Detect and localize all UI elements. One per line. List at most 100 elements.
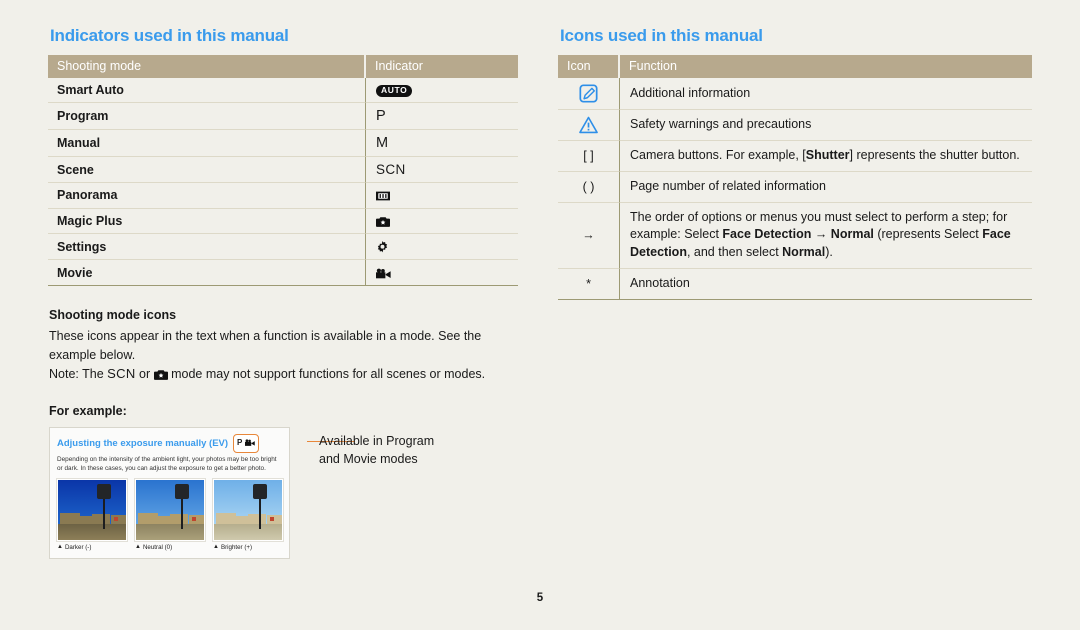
table-row: Additional information xyxy=(558,78,1032,110)
icons-section-title: Icons used in this manual xyxy=(560,26,763,45)
example-thumbnail-image xyxy=(56,477,128,542)
note-mid: or xyxy=(139,367,151,382)
shooting-mode-name: Smart Auto xyxy=(48,78,366,103)
badge-letter-p: P xyxy=(237,438,243,448)
manual-icon-cell: → xyxy=(558,202,620,269)
manual-icon-cell: * xyxy=(558,268,620,300)
table-row: Scene SCN xyxy=(48,157,518,183)
table-header-row: Icon Function xyxy=(558,55,1032,78)
indicators-table: Shooting mode Indicator Smart Auto AUTO Pr… xyxy=(48,55,518,286)
shooting-mode-indicator xyxy=(366,260,518,286)
example-title: Adjusting the exposure manually (EV) xyxy=(57,438,229,450)
caption-text: Darker (-) xyxy=(64,543,92,551)
table-row: * Annotation xyxy=(558,268,1032,300)
example-screenshot-box: Adjusting the exposure manually (EV) P D… xyxy=(49,427,290,559)
camera-star-icon xyxy=(376,214,390,228)
shooting-mode-name: Panorama xyxy=(48,183,366,209)
column-header-function: Function xyxy=(620,55,1032,78)
triangle-bullet-icon: ▲ xyxy=(213,544,219,551)
example-thumbnail-item: ▲ Darker (-) xyxy=(56,477,128,551)
shooting-mode-icons-heading: Shooting mode icons xyxy=(49,307,177,322)
for-example-label: For example: xyxy=(49,404,127,419)
example-title-row: Adjusting the exposure manually (EV) P xyxy=(57,434,282,454)
parentheses-icon: ( ) xyxy=(582,179,595,194)
mode-availability-badge: P xyxy=(233,434,260,454)
table-row: Safety warnings and precautions xyxy=(558,110,1032,141)
callout-line-1: Available in Program xyxy=(319,434,435,449)
table-row: ( ) Page number of related information xyxy=(558,171,1032,203)
manual-icon-function: Annotation xyxy=(620,269,1032,300)
table-row: [ ] Camera buttons. For example, [Shutter… xyxy=(558,141,1032,172)
callout-text: Available in Program and Movie modes xyxy=(319,433,434,469)
caption-text: Brighter (+) xyxy=(220,543,253,551)
example-thumbnail-image xyxy=(134,477,206,542)
example-thumbnail-caption: ▲ Neutral (0) xyxy=(135,544,205,551)
note-prefix: Note: The xyxy=(49,367,104,382)
table-header-row: Shooting mode Indicator xyxy=(48,55,518,78)
manual-icon-function: Camera buttons. For example, [Shutter] r… xyxy=(620,141,1032,172)
manual-icon-function: Page number of related information xyxy=(620,172,1032,203)
example-thumbnail-image xyxy=(212,477,284,542)
manual-page: Indicators used in this manual Shooting … xyxy=(0,0,1080,630)
column-header-indicator: Indicator xyxy=(366,55,518,78)
movie-camera-icon xyxy=(245,435,256,451)
icons-column: Icons used in this manual Icon Function … xyxy=(558,26,1032,300)
table-row: Panorama xyxy=(48,183,518,209)
shooting-mode-indicator xyxy=(366,183,518,209)
example-thumbnail-item: ▲ Neutral (0) xyxy=(134,477,206,551)
shooting-mode-name: Settings xyxy=(48,234,366,261)
example-description: Depending on the intensity of the ambien… xyxy=(57,456,277,473)
triangle-bullet-icon: ▲ xyxy=(57,544,63,551)
example-thumbnail-caption: ▲ Darker (-) xyxy=(57,544,127,551)
example-thumbnails: ▲ Darker (-) ▲ Neutral (0) ▲ Brighter (+) xyxy=(56,477,284,551)
warning-triangle-icon xyxy=(579,116,598,134)
movie-camera-icon xyxy=(376,266,391,280)
letters-scn-icon: SCN xyxy=(376,162,406,177)
column-header-icon: Icon xyxy=(558,55,620,78)
shooting-mode-indicator: AUTO xyxy=(366,78,518,103)
manual-icon-cell: ( ) xyxy=(558,171,620,203)
column-header-shooting-mode: Shooting mode xyxy=(48,55,366,78)
table-row: Settings xyxy=(48,234,518,261)
callout-line-2: and Movie modes xyxy=(319,452,418,467)
icons-table: Icon Function Additional information Safe… xyxy=(558,55,1032,300)
shooting-mode-name: Scene xyxy=(48,157,366,183)
right-arrow-icon: → xyxy=(582,228,595,243)
page-number: 5 xyxy=(536,592,544,604)
indicators-column: Indicators used in this manual Shooting … xyxy=(48,26,518,559)
example-thumbnail-item: ▲ Brighter (+) xyxy=(212,477,284,551)
shooting-mode-indicator: P xyxy=(366,103,518,130)
note-line-1: These icons appear in the text when a fu… xyxy=(49,328,482,362)
manual-icon-cell xyxy=(558,78,620,110)
panorama-filmstrip-icon xyxy=(376,189,390,203)
table-row: Magic Plus xyxy=(48,208,518,235)
letter-p-icon: P xyxy=(376,108,386,124)
gear-icon xyxy=(376,240,389,254)
manual-icon-cell xyxy=(558,110,620,141)
manual-icon-function: The order of options or menus you must s… xyxy=(620,203,1032,269)
example-thumbnail-caption: ▲ Brighter (+) xyxy=(213,544,283,551)
asterisk-icon: * xyxy=(586,276,591,291)
table-row: Smart Auto AUTO xyxy=(48,78,518,103)
shooting-mode-icons-body: These icons appear in the text when a fu… xyxy=(49,327,499,385)
manual-icon-cell: [ ] xyxy=(558,141,620,172)
camera-star-icon xyxy=(153,366,168,385)
note-suffix: mode may not support functions for all s… xyxy=(171,367,486,382)
letter-m-icon: M xyxy=(376,135,389,151)
caption-text: Neutral (0) xyxy=(142,543,173,551)
triangle-bullet-icon: ▲ xyxy=(135,544,141,551)
letters-scn-icon: SCN xyxy=(107,366,136,382)
table-row: Movie xyxy=(48,260,518,286)
shooting-mode-indicator: M xyxy=(366,130,518,157)
square-brackets-icon: [ ] xyxy=(583,148,594,163)
shooting-mode-indicator xyxy=(366,209,518,235)
shooting-mode-name: Movie xyxy=(48,260,366,286)
manual-icon-function: Safety warnings and precautions xyxy=(620,110,1032,141)
shooting-mode-name: Program xyxy=(48,103,366,130)
note-pen-icon xyxy=(579,84,598,103)
shooting-mode-name: Manual xyxy=(48,130,366,157)
shooting-mode-indicator xyxy=(366,234,518,261)
table-row: → The order of options or menus you must … xyxy=(558,202,1032,269)
manual-icon-function: Additional information xyxy=(620,78,1032,110)
indicators-section-title: Indicators used in this manual xyxy=(50,26,289,45)
